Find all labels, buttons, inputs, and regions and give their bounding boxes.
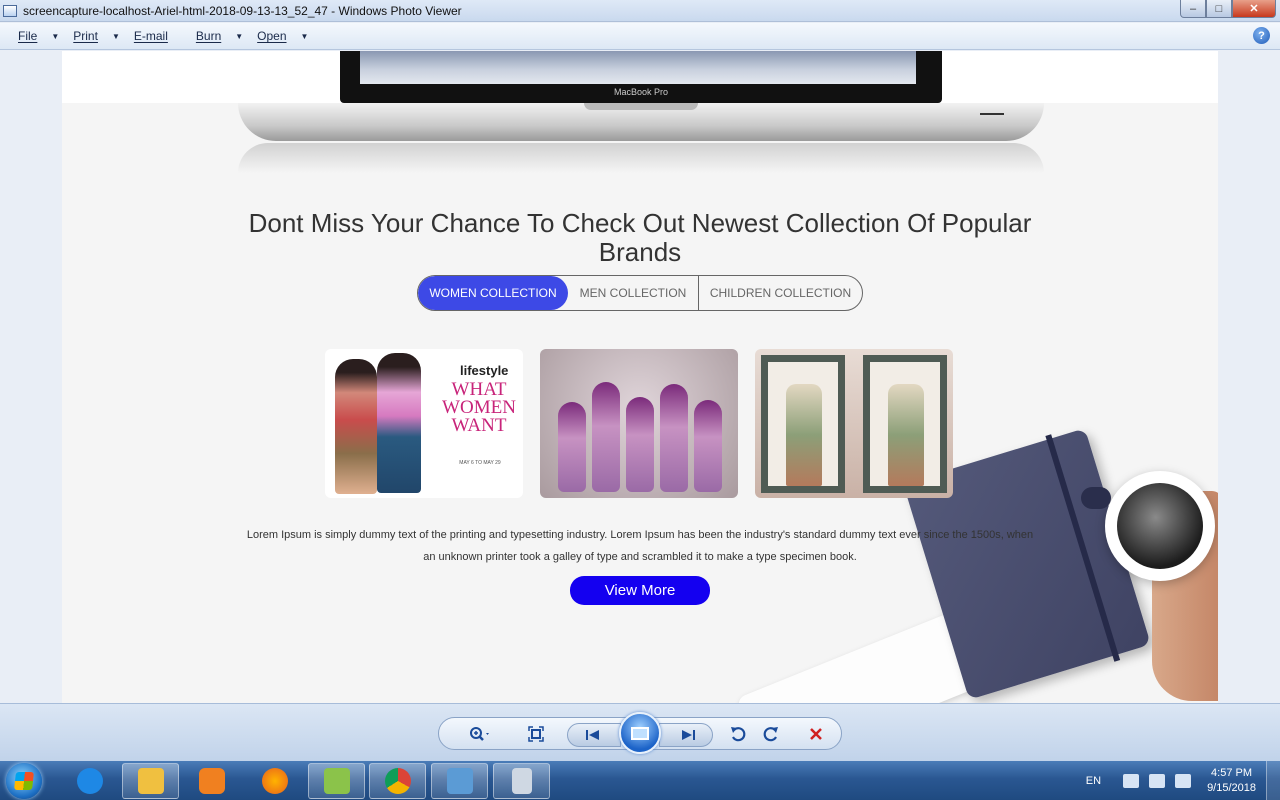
help-icon[interactable]: ? [1253,27,1270,44]
speaker-muted-icon[interactable] [1123,773,1140,788]
chevron-down-icon: ▼ [300,31,309,41]
photo-frame [761,355,845,493]
firefox-icon [261,768,288,794]
taskbar-notepad-plus-plus[interactable] [308,763,365,799]
windows-taskbar: EN 4:57 PM 9/15/2018 [0,761,1280,800]
taskbar-file-explorer[interactable] [122,763,179,799]
laptop-base [238,103,1044,141]
calculator-icon [511,768,532,794]
chevron-down-icon: ▼ [111,31,120,41]
system-tray: EN 4:57 PM 9/15/2018 [1086,761,1280,800]
lifestyle-logo: lifestyle [460,363,509,378]
network-signal-icon[interactable] [1149,773,1166,788]
coffee-cup-image [1081,471,1215,581]
start-button[interactable] [6,763,42,799]
chevron-down-icon: ▼ [235,31,244,41]
tab-men-collection[interactable]: MEN COLLECTION [568,276,699,310]
figurine [592,382,620,492]
taskbar-internet-explorer[interactable] [61,763,118,799]
menu-email[interactable]: E-mail [134,29,168,43]
view-more-button[interactable]: View More [570,576,710,605]
menu-burn[interactable]: Burn ▼ [196,29,243,43]
viewer-toolbar [0,703,1280,761]
windows-logo-icon [14,772,34,790]
next-icon[interactable] [659,723,713,747]
model-figure [335,359,377,494]
photo-viewer-icon [446,768,473,794]
gallery-image-figurines[interactable] [540,349,738,498]
delete-icon[interactable] [803,718,829,749]
media-player-icon [198,768,225,794]
taskbar-calculator[interactable] [493,763,550,799]
window-title: screencapture-localhost-Ariel-html-2018-… [23,3,462,18]
figurine [558,402,586,492]
chevron-down-icon: ▼ [51,31,60,41]
language-indicator[interactable]: EN [1086,775,1101,787]
laptop-model-label: MacBook Pro [613,87,669,97]
clock-date: 9/15/2018 [1207,781,1256,794]
fit-to-window-icon[interactable] [521,718,551,749]
internet-explorer-icon [76,768,103,794]
taskbar-chrome[interactable] [369,763,426,799]
what-women-want-text: WHAT WOMEN WANT [442,379,516,436]
minimize-button[interactable]: – [1180,0,1206,18]
promo-dates: MAY 6 TO MAY 29 [459,460,501,466]
notepad-plus-plus-icon [323,768,350,794]
folder-icon [137,768,164,794]
rotate-counterclockwise-icon[interactable] [725,718,751,749]
menu-bar: File ▼ Print ▼ E-mail Burn ▼ Open ▼ ? [0,23,1280,50]
description-text: Lorem Ipsum is simply dummy text of the … [246,529,1034,563]
figurine [660,384,688,492]
menu-print[interactable]: Print ▼ [73,29,120,43]
figurine [626,397,654,492]
laptop-reflection [238,143,1044,173]
clock[interactable]: 4:57 PM 9/15/2018 [1207,766,1256,796]
rotate-clockwise-icon[interactable] [758,718,784,749]
model-figure [377,353,421,493]
screenshot-page: MacBook Pro Dont Miss Your Chance To Che… [62,51,1218,703]
figurine [694,400,722,492]
taskbar-media-player[interactable] [183,763,240,799]
menu-file[interactable]: File ▼ [18,29,59,43]
taskbar-firefox[interactable] [246,763,303,799]
previous-icon[interactable] [567,723,621,747]
close-button[interactable]: ✕ [1232,0,1276,18]
maximize-button[interactable]: □ [1206,0,1232,18]
chrome-icon [384,768,411,794]
photo-frame [863,355,947,493]
window-controls: – □ ✕ [1180,0,1276,18]
collection-tabs: WOMEN COLLECTION MEN COLLECTION CHILDREN… [417,275,863,311]
menu-open[interactable]: Open ▼ [257,29,308,43]
gallery-image-women-fashion[interactable]: lifestyle WHAT WOMEN WANT MAY 6 TO MAY 2… [325,349,523,498]
section-headline: Dont Miss Your Chance To Check Out Newes… [248,208,1032,267]
tab-women-collection[interactable]: WOMEN COLLECTION [418,276,568,310]
clock-time: 4:57 PM [1211,766,1253,779]
action-center-icon[interactable] [1175,773,1192,788]
taskbar-photo-viewer[interactable] [431,763,488,799]
photo-viewer-icon [3,4,17,17]
laptop-screen: MacBook Pro [340,51,942,103]
image-viewport[interactable]: MacBook Pro Dont Miss Your Chance To Che… [0,51,1280,703]
collection-gallery: lifestyle WHAT WOMEN WANT MAY 6 TO MAY 2… [325,349,953,498]
title-bar: screencapture-localhost-Ariel-html-2018-… [0,0,1280,22]
tab-children-collection[interactable]: CHILDREN COLLECTION [699,276,862,310]
slideshow-icon[interactable] [619,712,661,754]
gallery-image-salwar-suits[interactable] [755,349,953,498]
zoom-icon[interactable] [464,718,496,749]
laptop-display [360,51,916,84]
show-desktop-button[interactable] [1266,761,1280,800]
